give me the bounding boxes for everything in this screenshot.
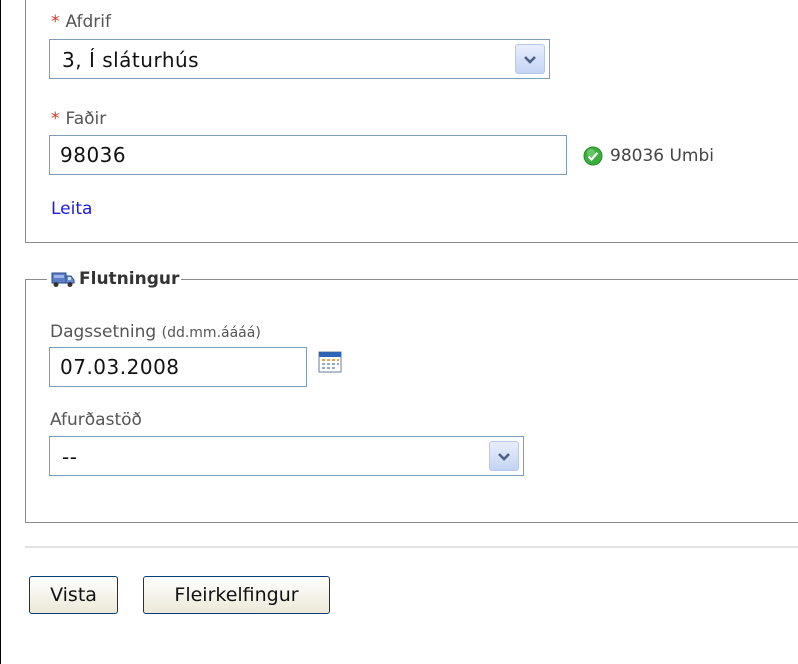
required-marker: * — [51, 12, 60, 32]
chevron-down-icon — [524, 56, 536, 64]
afdrif-label: * Afdrif — [51, 12, 111, 32]
fieldset-flutningur — [25, 279, 798, 523]
station-dropdown-button[interactable] — [489, 441, 519, 471]
chevron-down-icon — [498, 453, 510, 461]
date-label: Dagssetning (dd.mm.áááá) — [50, 322, 261, 343]
afdrif-select-value: 3, Í sláturhús — [62, 48, 200, 72]
flutningur-legend-text: Flutningur — [79, 269, 180, 289]
fieldset-details — [25, 0, 798, 243]
page-left-border — [0, 0, 1, 664]
fadir-label-text: Faðir — [65, 109, 107, 129]
date-label-text: Dagssetning — [50, 322, 157, 342]
date-input[interactable]: 07.03.2008 — [49, 347, 307, 387]
fadir-status-text: 98036 Umbi — [610, 146, 715, 166]
check-circle-icon — [583, 146, 603, 166]
truck-icon — [51, 272, 75, 287]
afdrif-dropdown-button[interactable] — [515, 44, 545, 74]
date-format-hint: (dd.mm.áááá) — [161, 325, 261, 341]
required-marker: * — [51, 109, 60, 129]
search-link[interactable]: Leita — [51, 199, 92, 219]
afdrif-label-text: Afdrif — [65, 12, 112, 32]
station-label: Afurðastöð — [50, 410, 142, 430]
divider — [25, 546, 798, 548]
fadir-label: * Faðir — [51, 109, 106, 129]
flutningur-legend: Flutningur — [47, 266, 182, 292]
more-button[interactable]: Fleirkelfingur — [143, 576, 330, 614]
station-select[interactable]: -- — [49, 436, 524, 476]
calendar-icon[interactable] — [318, 351, 342, 373]
save-button[interactable]: Vista — [29, 576, 118, 614]
fadir-input[interactable]: 98036 — [49, 135, 567, 175]
afdrif-select[interactable]: 3, Í sláturhús — [49, 39, 550, 79]
station-select-value: -- — [62, 445, 78, 469]
